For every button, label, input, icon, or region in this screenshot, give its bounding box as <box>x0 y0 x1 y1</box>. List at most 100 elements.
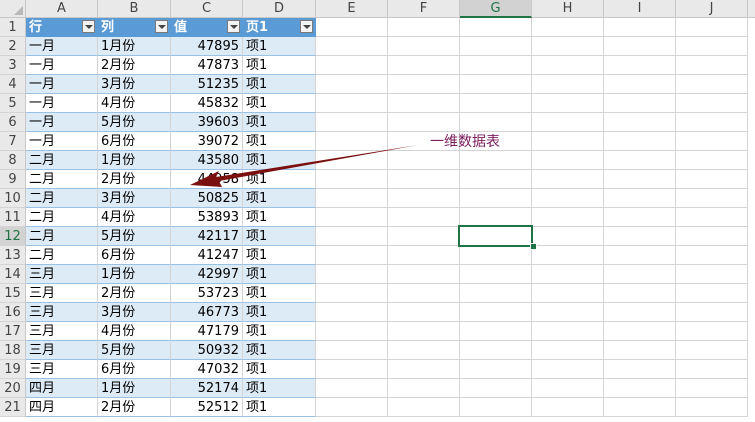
empty-cell[interactable] <box>460 56 532 75</box>
row-header-17[interactable]: 17 <box>0 322 26 341</box>
empty-cell[interactable] <box>604 132 676 151</box>
empty-cell[interactable] <box>604 113 676 132</box>
table-header-cell[interactable]: 行 <box>26 18 98 37</box>
table-cell[interactable]: 2月份 <box>98 170 171 189</box>
table-cell[interactable]: 41247 <box>171 246 243 265</box>
column-header-b[interactable]: B <box>98 0 171 18</box>
empty-cell[interactable] <box>388 18 460 37</box>
row-header-16[interactable]: 16 <box>0 303 26 322</box>
row-header-12[interactable]: 12 <box>0 227 26 246</box>
table-cell[interactable]: 1月份 <box>98 37 171 56</box>
empty-cell[interactable] <box>532 37 604 56</box>
empty-cell[interactable] <box>604 265 676 284</box>
empty-cell[interactable] <box>316 56 388 75</box>
empty-cell[interactable] <box>532 379 604 398</box>
table-cell[interactable]: 二月 <box>26 227 98 246</box>
empty-cell[interactable] <box>604 37 676 56</box>
column-header-a[interactable]: A <box>26 0 98 18</box>
row-header-11[interactable]: 11 <box>0 208 26 227</box>
table-cell[interactable]: 6月份 <box>98 360 171 379</box>
table-cell[interactable]: 项1 <box>243 379 316 398</box>
empty-cell[interactable] <box>676 151 748 170</box>
table-cell[interactable]: 三月 <box>26 303 98 322</box>
fill-handle[interactable] <box>530 243 537 250</box>
empty-cell[interactable] <box>532 132 604 151</box>
empty-cell[interactable] <box>676 227 748 246</box>
table-cell[interactable]: 3月份 <box>98 75 171 94</box>
table-cell[interactable]: 项1 <box>243 113 316 132</box>
table-cell[interactable]: 4月份 <box>98 322 171 341</box>
table-cell[interactable]: 三月 <box>26 360 98 379</box>
active-cell-selection[interactable] <box>458 225 533 247</box>
empty-cell[interactable] <box>676 75 748 94</box>
empty-cell[interactable] <box>604 341 676 360</box>
empty-cell[interactable] <box>676 379 748 398</box>
table-cell[interactable]: 一月 <box>26 132 98 151</box>
empty-cell[interactable] <box>388 265 460 284</box>
empty-cell[interactable] <box>676 246 748 265</box>
empty-cell[interactable] <box>388 113 460 132</box>
empty-cell[interactable] <box>460 75 532 94</box>
empty-cell[interactable] <box>532 284 604 303</box>
empty-cell[interactable] <box>604 379 676 398</box>
empty-cell[interactable] <box>532 208 604 227</box>
empty-cell[interactable] <box>316 18 388 37</box>
table-cell[interactable]: 项1 <box>243 284 316 303</box>
empty-cell[interactable] <box>604 208 676 227</box>
empty-cell[interactable] <box>532 322 604 341</box>
table-cell[interactable]: 52174 <box>171 379 243 398</box>
empty-cell[interactable] <box>460 151 532 170</box>
filter-dropdown-icon[interactable] <box>227 20 240 33</box>
table-cell[interactable]: 6月份 <box>98 132 171 151</box>
empty-cell[interactable] <box>532 75 604 94</box>
table-cell[interactable]: 一月 <box>26 37 98 56</box>
table-cell[interactable]: 42997 <box>171 265 243 284</box>
row-header-18[interactable]: 18 <box>0 341 26 360</box>
table-cell[interactable]: 52512 <box>171 398 243 417</box>
empty-cell[interactable] <box>460 113 532 132</box>
empty-cell[interactable] <box>604 18 676 37</box>
row-header-13[interactable]: 13 <box>0 246 26 265</box>
empty-cell[interactable] <box>604 227 676 246</box>
empty-cell[interactable] <box>316 265 388 284</box>
empty-cell[interactable] <box>316 170 388 189</box>
table-cell[interactable]: 53893 <box>171 208 243 227</box>
empty-cell[interactable] <box>316 113 388 132</box>
table-cell[interactable]: 一月 <box>26 113 98 132</box>
empty-cell[interactable] <box>316 208 388 227</box>
empty-cell[interactable] <box>532 170 604 189</box>
row-header-7[interactable]: 7 <box>0 132 26 151</box>
empty-cell[interactable] <box>460 37 532 56</box>
empty-cell[interactable] <box>388 341 460 360</box>
table-cell[interactable]: 项1 <box>243 360 316 379</box>
table-cell[interactable]: 44958 <box>171 170 243 189</box>
empty-cell[interactable] <box>604 151 676 170</box>
row-header-3[interactable]: 3 <box>0 56 26 75</box>
table-header-cell[interactable]: 值 <box>171 18 243 37</box>
table-cell[interactable]: 项1 <box>243 322 316 341</box>
empty-cell[interactable] <box>676 398 748 417</box>
table-cell[interactable]: 4月份 <box>98 94 171 113</box>
table-cell[interactable]: 项1 <box>243 227 316 246</box>
table-cell[interactable]: 一月 <box>26 56 98 75</box>
empty-cell[interactable] <box>388 189 460 208</box>
empty-cell[interactable] <box>316 132 388 151</box>
empty-cell[interactable] <box>604 94 676 113</box>
table-cell[interactable]: 39603 <box>171 113 243 132</box>
table-cell[interactable]: 50825 <box>171 189 243 208</box>
empty-cell[interactable] <box>388 398 460 417</box>
table-cell[interactable]: 5月份 <box>98 113 171 132</box>
table-cell[interactable]: 3月份 <box>98 189 171 208</box>
empty-cell[interactable] <box>316 189 388 208</box>
empty-cell[interactable] <box>388 170 460 189</box>
empty-cell[interactable] <box>604 284 676 303</box>
column-header-h[interactable]: H <box>532 0 604 18</box>
empty-cell[interactable] <box>460 170 532 189</box>
empty-cell[interactable] <box>316 303 388 322</box>
row-header-8[interactable]: 8 <box>0 151 26 170</box>
empty-cell[interactable] <box>676 341 748 360</box>
empty-cell[interactable] <box>676 322 748 341</box>
empty-cell[interactable] <box>532 398 604 417</box>
empty-cell[interactable] <box>460 341 532 360</box>
table-cell[interactable]: 47032 <box>171 360 243 379</box>
